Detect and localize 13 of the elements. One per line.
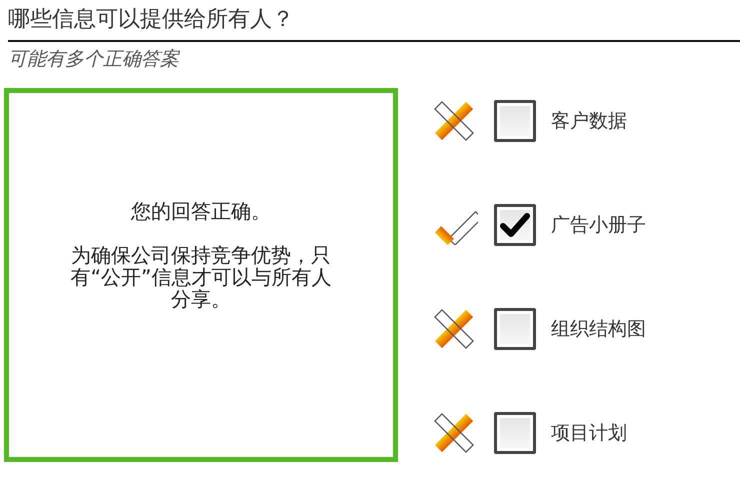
checkbox[interactable] [494, 412, 536, 454]
hint-text: 可能有多个正确答案 [8, 47, 179, 72]
option-label[interactable]: 项目计划 [551, 420, 627, 446]
checkmark-icon [500, 212, 530, 238]
checkbox[interactable] [494, 100, 536, 142]
option-label[interactable]: 客户数据 [551, 108, 627, 134]
option-label[interactable]: 广告小册子 [551, 212, 646, 238]
feedback-text: 为确保公司保持竞争优势，只有“公开”信息才可以与所有人分享。 [70, 244, 332, 310]
checkbox[interactable] [494, 308, 536, 350]
question-title: 哪些信息可以提供给所有人？ [8, 6, 294, 34]
checkbox[interactable] [494, 204, 536, 246]
feedback-text: 您的回答正确。 [131, 200, 271, 222]
option-label[interactable]: 组织结构图 [551, 316, 646, 342]
